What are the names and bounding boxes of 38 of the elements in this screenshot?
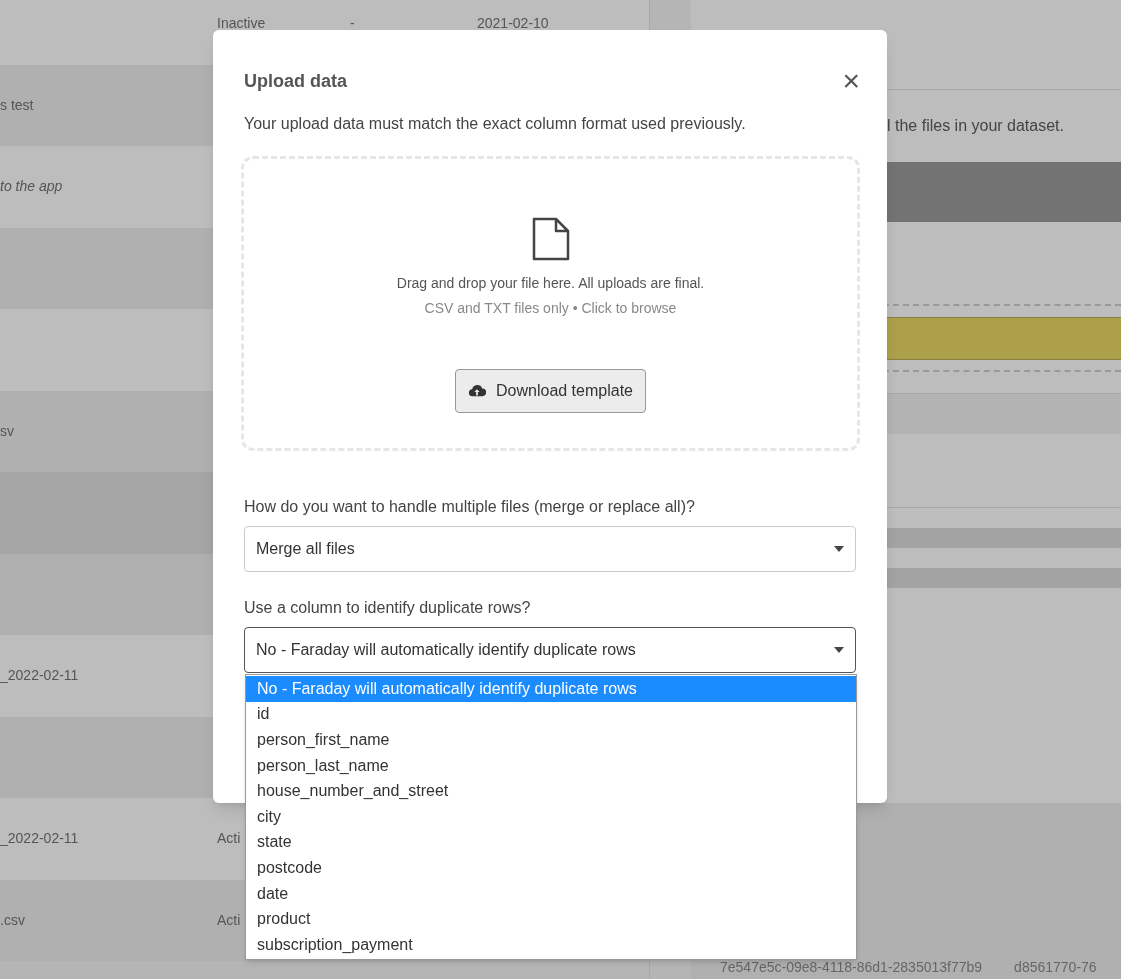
drop-zone[interactable]: Drag and drop your file here. All uploads are final. CSV and TXT files only • Click to browse Download template: [241, 156, 860, 451]
status-cell: Inactive: [217, 15, 266, 32]
instruction-text: Your upload data must match the exact column format used previously.: [244, 114, 747, 134]
dropdown-option[interactable]: date: [246, 880, 856, 907]
dropdown-option[interactable]: person_last_name: [246, 752, 856, 779]
table-cell: .csv: [0, 911, 25, 928]
dropdown-option[interactable]: state: [246, 829, 856, 856]
field-label: How do you want to handle multiple files (merge or replace all)?: [244, 497, 696, 517]
close-button[interactable]: ×: [842, 66, 860, 96]
field-label: Use a column to identify duplicate rows?: [244, 598, 532, 618]
cloud-upload-icon: [468, 384, 486, 398]
file-icon: [530, 217, 571, 261]
file-type-hint: CSV and TXT files only • Click to browse: [424, 299, 677, 318]
caret-icon: [834, 546, 844, 552]
description-text: l the files in your dataset.: [887, 116, 1064, 136]
dropdown-option[interactable]: person_first_name: [246, 727, 856, 753]
caret-icon: [834, 647, 844, 653]
dropdown-option[interactable]: subscription_payment: [246, 931, 856, 958]
status-cell: Acti: [217, 911, 241, 928]
date-cell: 2021-02-10: [477, 15, 549, 32]
dropdown-option[interactable]: postcode: [246, 855, 856, 881]
id-value: d8561770-76: [1014, 958, 1097, 976]
download-template-button[interactable]: Download template: [455, 369, 646, 413]
table-cell: to the app: [0, 178, 63, 195]
dropdown-option[interactable]: city: [246, 803, 856, 830]
id-value: 7e547e5c-09e8-4118-86d1-2835013f77b9: [720, 958, 983, 976]
dropdown-option[interactable]: house_number_and_street: [246, 778, 856, 804]
status-cell: Acti: [217, 830, 241, 847]
table-cell: s test: [0, 96, 34, 113]
table-cell: _2022-02-11: [0, 667, 79, 684]
dropdown-option[interactable]: product: [246, 906, 856, 932]
table-cell: sv: [0, 422, 14, 439]
table-cell: _2022-02-11: [0, 830, 79, 847]
dropdown-option[interactable]: id: [246, 701, 856, 728]
select-field[interactable]: Merge all files: [244, 526, 856, 572]
dialog-title: Upload data: [244, 69, 347, 93]
drop-instruction: Drag and drop your file here. All uploads are final.: [396, 274, 705, 293]
table-cell: -: [350, 15, 355, 32]
